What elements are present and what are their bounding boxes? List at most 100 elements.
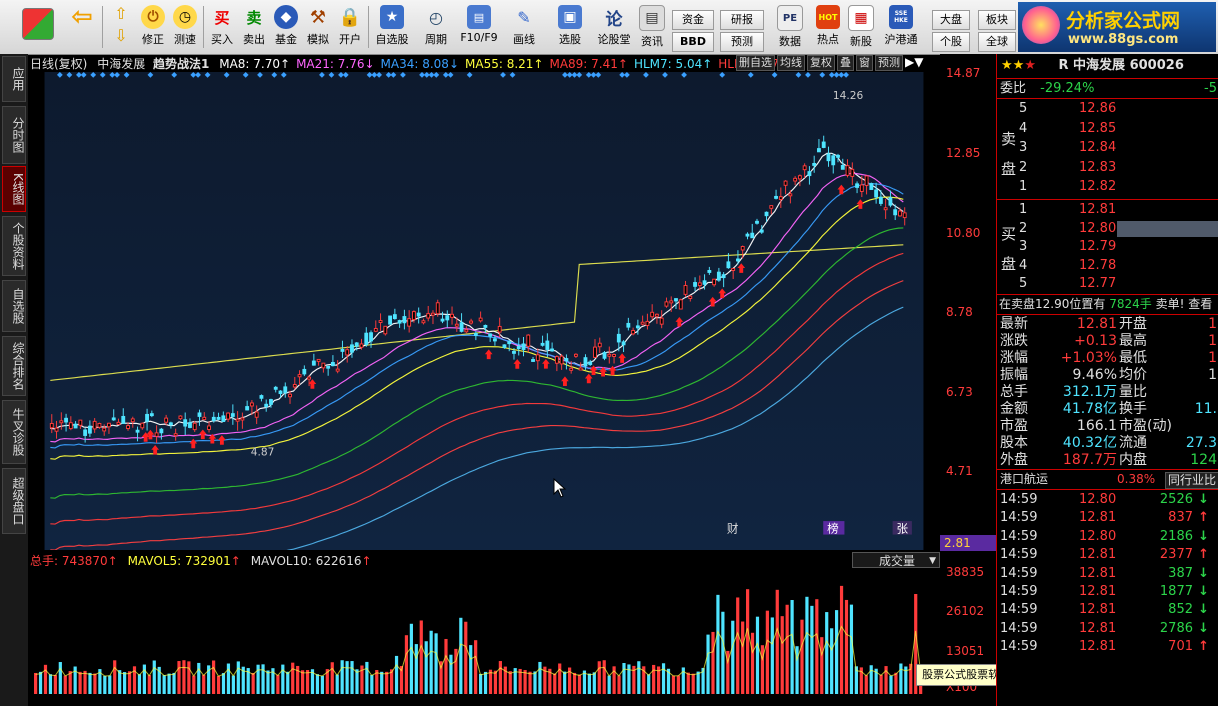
data-button[interactable]: PE 数据 xyxy=(772,3,808,51)
stat-row: 最新 12.81 开盘 1 xyxy=(997,316,1218,333)
order-level-row[interactable]: 1 12.81 xyxy=(997,201,1218,218)
rank-marker[interactable]: 榜 xyxy=(827,522,839,536)
volume-bar xyxy=(493,670,498,694)
tab-stock-profile[interactable]: 个股资料 xyxy=(2,216,26,276)
research-button[interactable]: 研报 xyxy=(720,10,764,30)
candle-body xyxy=(774,195,778,199)
volume-bar xyxy=(43,664,48,694)
current-price-tag: 2.81 xyxy=(940,535,996,551)
tab-kline[interactable]: K线图 xyxy=(2,166,26,212)
market-button[interactable]: 大盘 xyxy=(932,10,970,30)
hk-connect-label: 沪港通 xyxy=(884,33,918,46)
overlay-button[interactable]: 叠 xyxy=(837,55,854,71)
windows-menu-icon[interactable] xyxy=(20,6,56,54)
order-level-row[interactable]: 5 12.86 xyxy=(997,100,1218,117)
volume-header: 总手: 743870↑ MAVOL5: 732901↑ MAVOL10: 622… xyxy=(30,554,372,568)
volume-bar xyxy=(48,674,53,694)
ipo-button[interactable]: ▦ 新股 xyxy=(845,3,877,51)
order-level-row[interactable]: 1 12.82 xyxy=(997,178,1218,195)
volume-chart[interactable] xyxy=(28,569,940,694)
candle-body xyxy=(526,334,531,347)
notice-text: 在卖盘12.90位置有 xyxy=(999,297,1106,311)
tab-super-handicap[interactable]: 超级盘口 xyxy=(2,468,26,534)
sector-row[interactable]: 港口航运 0.38% 同行业比 xyxy=(997,471,1218,489)
order-level-row[interactable]: 3 12.79 xyxy=(997,238,1218,255)
volume-bar xyxy=(449,654,453,694)
tick-volume: 2526 xyxy=(1159,492,1193,507)
forum-button[interactable]: 论 论股堂 xyxy=(596,3,632,51)
candle-body xyxy=(878,196,883,204)
hk-connect-button[interactable]: SSE HKE 沪港通 xyxy=(880,3,922,51)
candle-body xyxy=(454,323,459,327)
draw-line-button[interactable]: ✎ 画线 xyxy=(506,3,542,51)
period-button[interactable]: ◴ 周期 xyxy=(418,3,454,51)
peer-compare-tab[interactable]: 同行业比 xyxy=(1164,472,1218,489)
candle-body xyxy=(121,415,126,424)
order-level-row[interactable]: 3 12.84 xyxy=(997,139,1218,156)
forecast-button[interactable]: 预测 xyxy=(720,32,764,52)
kline-chart[interactable]: 14.26 4.87 财 榜 张 xyxy=(28,72,940,550)
global-button[interactable]: 全球 xyxy=(978,32,1016,52)
tab-intraday[interactable]: 分时图 xyxy=(2,106,26,164)
candle-body xyxy=(626,322,631,328)
stock-select-button[interactable]: ▣ 选股 xyxy=(552,3,588,51)
sector-button[interactable]: 板块 xyxy=(978,10,1016,30)
candle-body xyxy=(126,425,130,430)
indicator-name[interactable]: 趋势战法1 xyxy=(153,57,209,71)
stat-label: 股本 xyxy=(1000,435,1028,451)
watchlist-label: 自选股 xyxy=(375,33,409,46)
indicator-selector[interactable]: 成交量 ▼ xyxy=(852,552,940,568)
limit-up-marker[interactable]: 张 xyxy=(896,522,908,536)
news-button[interactable]: ▤ 资讯 xyxy=(636,3,668,51)
volume-bar xyxy=(563,671,567,694)
window-button[interactable]: 窗 xyxy=(856,55,873,71)
open-account-button[interactable]: 🔒 开户 xyxy=(334,3,366,51)
tab-apps[interactable]: 应用 xyxy=(2,56,26,102)
candle-body xyxy=(750,232,755,239)
simulate-button[interactable]: ⚒ 模拟 xyxy=(302,3,334,51)
predict-button[interactable]: 预测 xyxy=(875,55,903,71)
volume-bar xyxy=(315,674,320,694)
buy-button[interactable]: 买 买入 xyxy=(206,3,238,51)
repair-button[interactable]: ⏻ 修正 xyxy=(137,3,169,51)
order-level-row[interactable]: 2 12.80 xyxy=(997,220,1218,237)
more-arrow-icon[interactable]: ▶▼ xyxy=(905,55,923,71)
speed-test-button[interactable]: ◷ 测速 xyxy=(169,3,201,51)
order-level-row[interactable]: 4 12.78 xyxy=(997,257,1218,274)
single-stock-button[interactable]: 个股 xyxy=(932,32,970,52)
order-level-row[interactable]: 5 12.77 xyxy=(997,275,1218,292)
volume-bar xyxy=(696,671,700,694)
stat-value: 1 xyxy=(1208,333,1217,349)
stat-row: 振幅 9.46% 均价 1 xyxy=(997,367,1218,384)
candle-body xyxy=(674,298,678,302)
candle-body xyxy=(321,362,326,369)
f10-icon: ▤ xyxy=(467,5,491,29)
watchlist-button[interactable]: ★ 自选股 xyxy=(372,3,412,51)
arrow-down-icon: ↓ xyxy=(1198,602,1209,618)
fund-button[interactable]: ◆ 基金 xyxy=(270,3,302,51)
tick-price: 12.80 xyxy=(1079,492,1117,507)
order-notice[interactable]: 在卖盘12.90位置有 7824手 卖单! 查看 xyxy=(997,296,1218,313)
back-arrow-icon[interactable]: ⇦ xyxy=(64,2,100,51)
volume-bar xyxy=(38,671,43,694)
tab-diagnosis[interactable]: 牛叉诊股 xyxy=(2,400,26,464)
hotspot-button[interactable]: HOT 热点 xyxy=(812,3,844,51)
adjust-button[interactable]: 复权 xyxy=(807,55,835,71)
order-level-row[interactable]: 4 12.85 xyxy=(997,120,1218,137)
level-price: 12.81 xyxy=(1079,202,1117,217)
forum-label: 论股堂 xyxy=(597,33,631,46)
capital-button[interactable]: 资金 xyxy=(672,10,714,30)
ma-button[interactable]: 均线 xyxy=(777,55,805,71)
sell-button[interactable]: 卖 卖出 xyxy=(238,3,270,51)
up-down-arrows-icon[interactable]: ⇧ ⇩ xyxy=(106,3,136,51)
tab-watchlist[interactable]: 自选股 xyxy=(2,280,26,332)
f10-button[interactable]: ▤ F10/F9 xyxy=(458,3,500,51)
tab-ranking[interactable]: 综合排名 xyxy=(2,336,26,396)
bbd-button[interactable]: BBD xyxy=(672,32,714,52)
remove-watch-button[interactable]: 删自选 xyxy=(736,55,775,71)
buy-label: 买入 xyxy=(211,33,233,46)
order-level-row[interactable]: 2 12.83 xyxy=(997,159,1218,176)
candle-body xyxy=(302,368,307,375)
finance-marker[interactable]: 财 xyxy=(727,522,739,536)
level-price: 12.80 xyxy=(1079,220,1117,236)
